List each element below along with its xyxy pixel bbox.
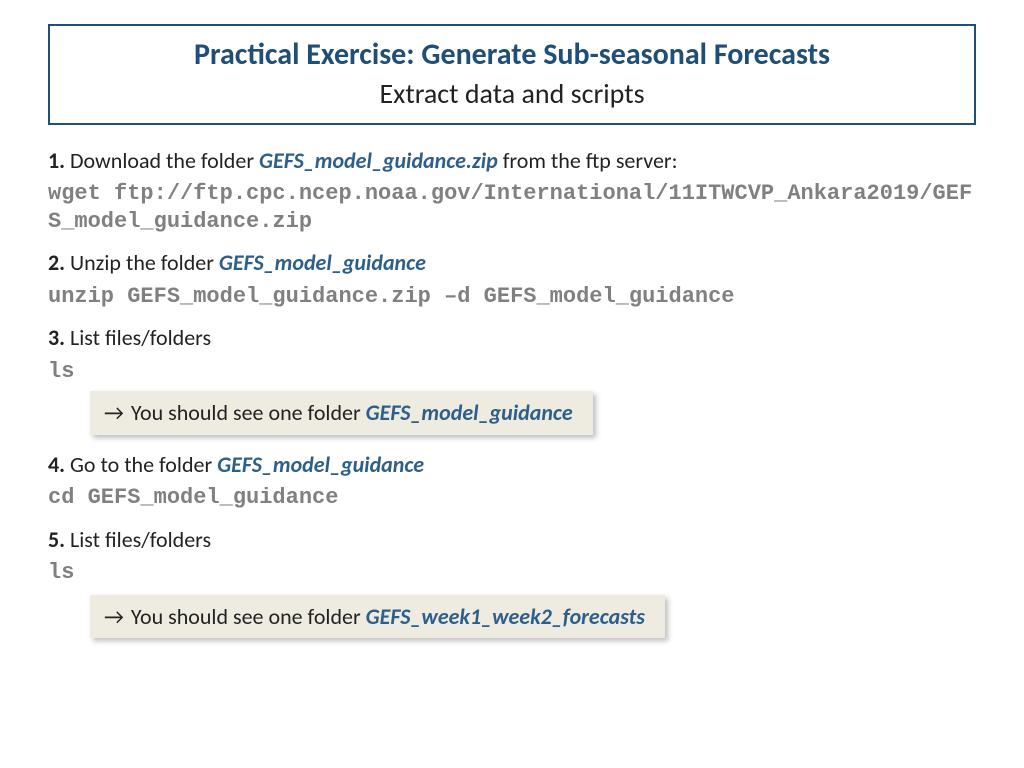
note-emph: GEFS_model_guidance (366, 399, 573, 426)
step-text-before: List files/folders (65, 526, 211, 553)
note-text: You should see one folder (126, 399, 366, 426)
step-text-before: Download the folder (65, 147, 259, 174)
command-4: cd GEFS_model_guidance (48, 484, 976, 512)
step-number: 1. (48, 147, 65, 174)
step-number: 4. (48, 451, 65, 478)
step-1: 1. Download the folder GEFS_model_guidan… (48, 147, 976, 175)
command-1: wget ftp://ftp.cpc.ncep.noaa.gov/Interna… (48, 180, 976, 235)
step-text-before: Unzip the folder (65, 249, 219, 276)
note-box-2: → You should see one folder GEFS_week1_w… (90, 595, 665, 639)
arrow-icon: → (104, 399, 126, 426)
note-text: You should see one folder (126, 603, 366, 630)
step-3: 3. List files/folders (48, 324, 976, 352)
step-number: 5. (48, 526, 65, 553)
step-4: 4. Go to the folder GEFS_model_guidance (48, 451, 976, 479)
step-number: 3. (48, 324, 65, 351)
step-5: 5. List files/folders (48, 526, 976, 554)
note-emph: GEFS_week1_week2_forecasts (366, 603, 645, 630)
note-box-1: → You should see one folder GEFS_model_g… (90, 391, 593, 435)
step-emph: GEFS_model_guidance (219, 249, 426, 276)
step-2: 2. Unzip the folder GEFS_model_guidance (48, 249, 976, 277)
slide-subtitle: Extract data and scripts (66, 76, 958, 111)
slide-title: Practical Exercise: Generate Sub-seasona… (66, 36, 958, 74)
step-emph: GEFS_model_guidance.zip (259, 147, 498, 174)
title-box: Practical Exercise: Generate Sub-seasona… (48, 24, 976, 125)
command-5: ls (48, 559, 976, 587)
step-text-after: from the ftp server: (498, 147, 678, 174)
step-number: 2. (48, 249, 65, 276)
command-2: unzip GEFS_model_guidance.zip –d GEFS_mo… (48, 283, 976, 311)
step-emph: GEFS_model_guidance (217, 451, 424, 478)
command-3: ls (48, 358, 976, 386)
step-text-before: List files/folders (65, 324, 211, 351)
step-text-before: Go to the folder (65, 451, 217, 478)
arrow-icon: → (104, 603, 126, 630)
